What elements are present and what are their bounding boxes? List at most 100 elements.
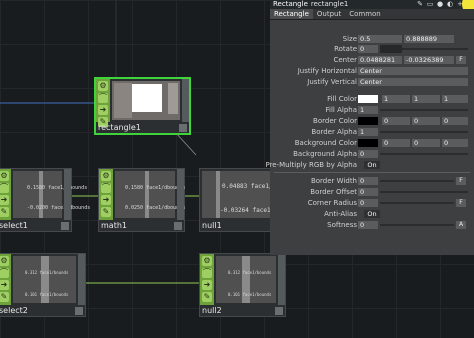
fill-color-swatch[interactable] [358,95,378,103]
settings-icon[interactable]: ◐ [446,0,454,8]
param-label: Fill Color [327,95,357,103]
rotate-slider[interactable] [402,48,468,50]
node-viewer: 0.04883 face1/bound -0.03264 face1/bound [202,171,292,218]
border-offset-slider[interactable] [380,191,468,193]
node-viewer-toggle[interactable] [61,222,69,230]
display-icon[interactable]: ➜ [202,280,212,290]
node-math1[interactable]: ⚙ ⌒ ➜ ✎ 0.1580 face1/dbounds 0.0250 face… [98,168,185,232]
border-color-swatch[interactable] [358,117,378,125]
size-y-field[interactable]: 0.888889 [404,35,454,43]
lock-icon[interactable]: ✎ [0,292,9,302]
node-select2[interactable]: ⚙ ⌒ ➜ ✎ 0.312 face1/bounds 0.101 face1/b… [0,253,86,317]
lock-icon[interactable]: ✎ [202,292,212,302]
anti-alias-toggle[interactable]: On [364,210,380,218]
corner-radius-unit-dropdown[interactable]: F [456,199,466,207]
bypass-icon[interactable]: ⌒ [98,93,108,103]
fill-alpha-field[interactable]: 1 [358,106,378,114]
node-viewer-toggle[interactable] [275,307,283,315]
border-color-a-field[interactable]: 0 [442,117,468,125]
border-offset-field[interactable]: 0 [358,188,378,196]
node-null2[interactable]: ⚙ ⌒ ➜ ✎ 0.312 face1/bounds 0.101 face1/b… [199,253,286,317]
param-label: Border Offset [310,188,357,196]
param-label: Border Width [310,177,357,185]
param-label: Anti-Alias [324,210,357,218]
corner-radius-field[interactable]: 0 [358,199,378,207]
background-color-b-field[interactable]: 0 [412,139,440,147]
parameter-panel: Rectanglerectangle1 ✎ ▭ ● ◐ + ? Rectangl… [265,0,474,255]
node-rectangle1[interactable]: ⚙ ⌒ ➜ ✎ rectangle1 [94,77,191,135]
gear-icon[interactable]: ⚙ [101,171,111,181]
param-label: Background Color [294,139,357,147]
param-label: Softness [327,221,357,229]
border-width-slider[interactable] [380,180,454,182]
display-icon[interactable]: ➜ [0,280,9,290]
border-color-b-field[interactable]: 0 [412,117,440,125]
center-x-field[interactable]: 0.0488281 [358,56,402,64]
param-border-color: Border Color 0 0 0 [270,116,474,126]
bypass-icon[interactable]: ⌒ [202,268,212,278]
node-viewer-toggle[interactable] [75,307,83,315]
node-label: select1 [0,221,28,230]
fill-color-a-field[interactable]: 1 [442,95,468,103]
param-justify-vertical: Justify Vertical Center [270,77,474,87]
center-y-field[interactable]: -0.0326389 [404,56,454,64]
display-icon[interactable]: ➜ [0,195,9,205]
cursor-highlight [462,0,474,9]
lock-icon[interactable]: ✎ [0,207,9,217]
bypass-icon[interactable]: ⌒ [101,183,111,193]
background-color-a-field[interactable]: 0 [442,139,468,147]
gear-icon[interactable]: ⚙ [0,256,9,266]
background-color-swatch[interactable] [358,139,378,147]
node-viewer-toggle[interactable] [179,124,187,132]
bypass-icon[interactable]: ⌒ [0,183,9,193]
bypass-icon[interactable]: ⌒ [0,268,9,278]
channel-value-1: 0.1580 face1/dbounds [27,185,88,191]
border-width-field[interactable]: 0 [358,177,378,185]
channel-value-1: 0.312 face1/bounds [228,270,272,275]
justify-horizontal-menu[interactable]: Center [358,67,468,75]
display-icon[interactable]: ➜ [98,105,108,115]
param-fill-alpha: Fill Alpha 1 [270,105,474,115]
comment-icon[interactable]: ▭ [426,0,434,8]
center-unit-dropdown[interactable]: F [456,56,466,64]
fill-alpha-slider[interactable] [380,109,468,111]
node-select1[interactable]: ⚙ ⌒ ➜ ✎ 0.1580 face1/dbounds -0.0200 fac… [0,168,90,232]
justify-vertical-menu[interactable]: Center [358,78,468,86]
rotate-slider-knob[interactable] [380,45,402,53]
pencil-icon[interactable]: ✎ [416,0,424,8]
lock-icon[interactable]: ✎ [101,207,111,217]
size-x-field[interactable]: 0.5 [358,35,402,43]
background-alpha-slider[interactable] [380,153,468,155]
premultiply-toggle[interactable]: On [364,161,380,169]
operator-name[interactable]: rectangle1 [311,0,349,8]
node-flag-strip: ⚙ ⌒ ➜ ✎ [0,169,11,220]
softness-slider[interactable] [380,224,454,226]
tab-output[interactable]: Output [313,9,345,19]
gear-icon[interactable]: ⚙ [0,171,9,181]
border-alpha-field[interactable]: 1 [358,128,378,136]
corner-radius-slider[interactable] [380,202,454,204]
node-output-strip [64,169,71,220]
display-icon[interactable]: ➜ [101,195,111,205]
gear-icon[interactable]: ⚙ [202,256,212,266]
fill-color-g-field[interactable]: 1 [382,95,410,103]
tab-common[interactable]: Common [345,9,385,19]
param-rotate: Rotate 0 [270,44,474,54]
border-width-unit-dropdown[interactable]: F [456,177,466,185]
softness-field[interactable]: 0 [358,221,378,229]
node-viewer: 0.1580 face1/dbounds -0.0200 face1/dboun… [13,171,90,218]
border-color-g-field[interactable]: 0 [382,117,410,125]
rotate-field[interactable]: 0 [358,45,378,53]
section-divider [274,172,470,173]
background-color-g-field[interactable]: 0 [382,139,410,147]
tab-rectangle[interactable]: Rectangle [270,9,313,19]
fill-color-b-field[interactable]: 1 [412,95,440,103]
param-border-width: Border Width 0 F [270,176,474,186]
node-viewer-toggle[interactable] [174,222,182,230]
python-icon[interactable]: ● [436,0,444,8]
param-label: Corner Radius [307,199,357,207]
background-alpha-field[interactable]: 0 [358,150,378,158]
border-alpha-slider[interactable] [380,131,468,133]
gear-icon[interactable]: ⚙ [98,81,108,91]
softness-unit-dropdown[interactable]: A [456,221,466,229]
